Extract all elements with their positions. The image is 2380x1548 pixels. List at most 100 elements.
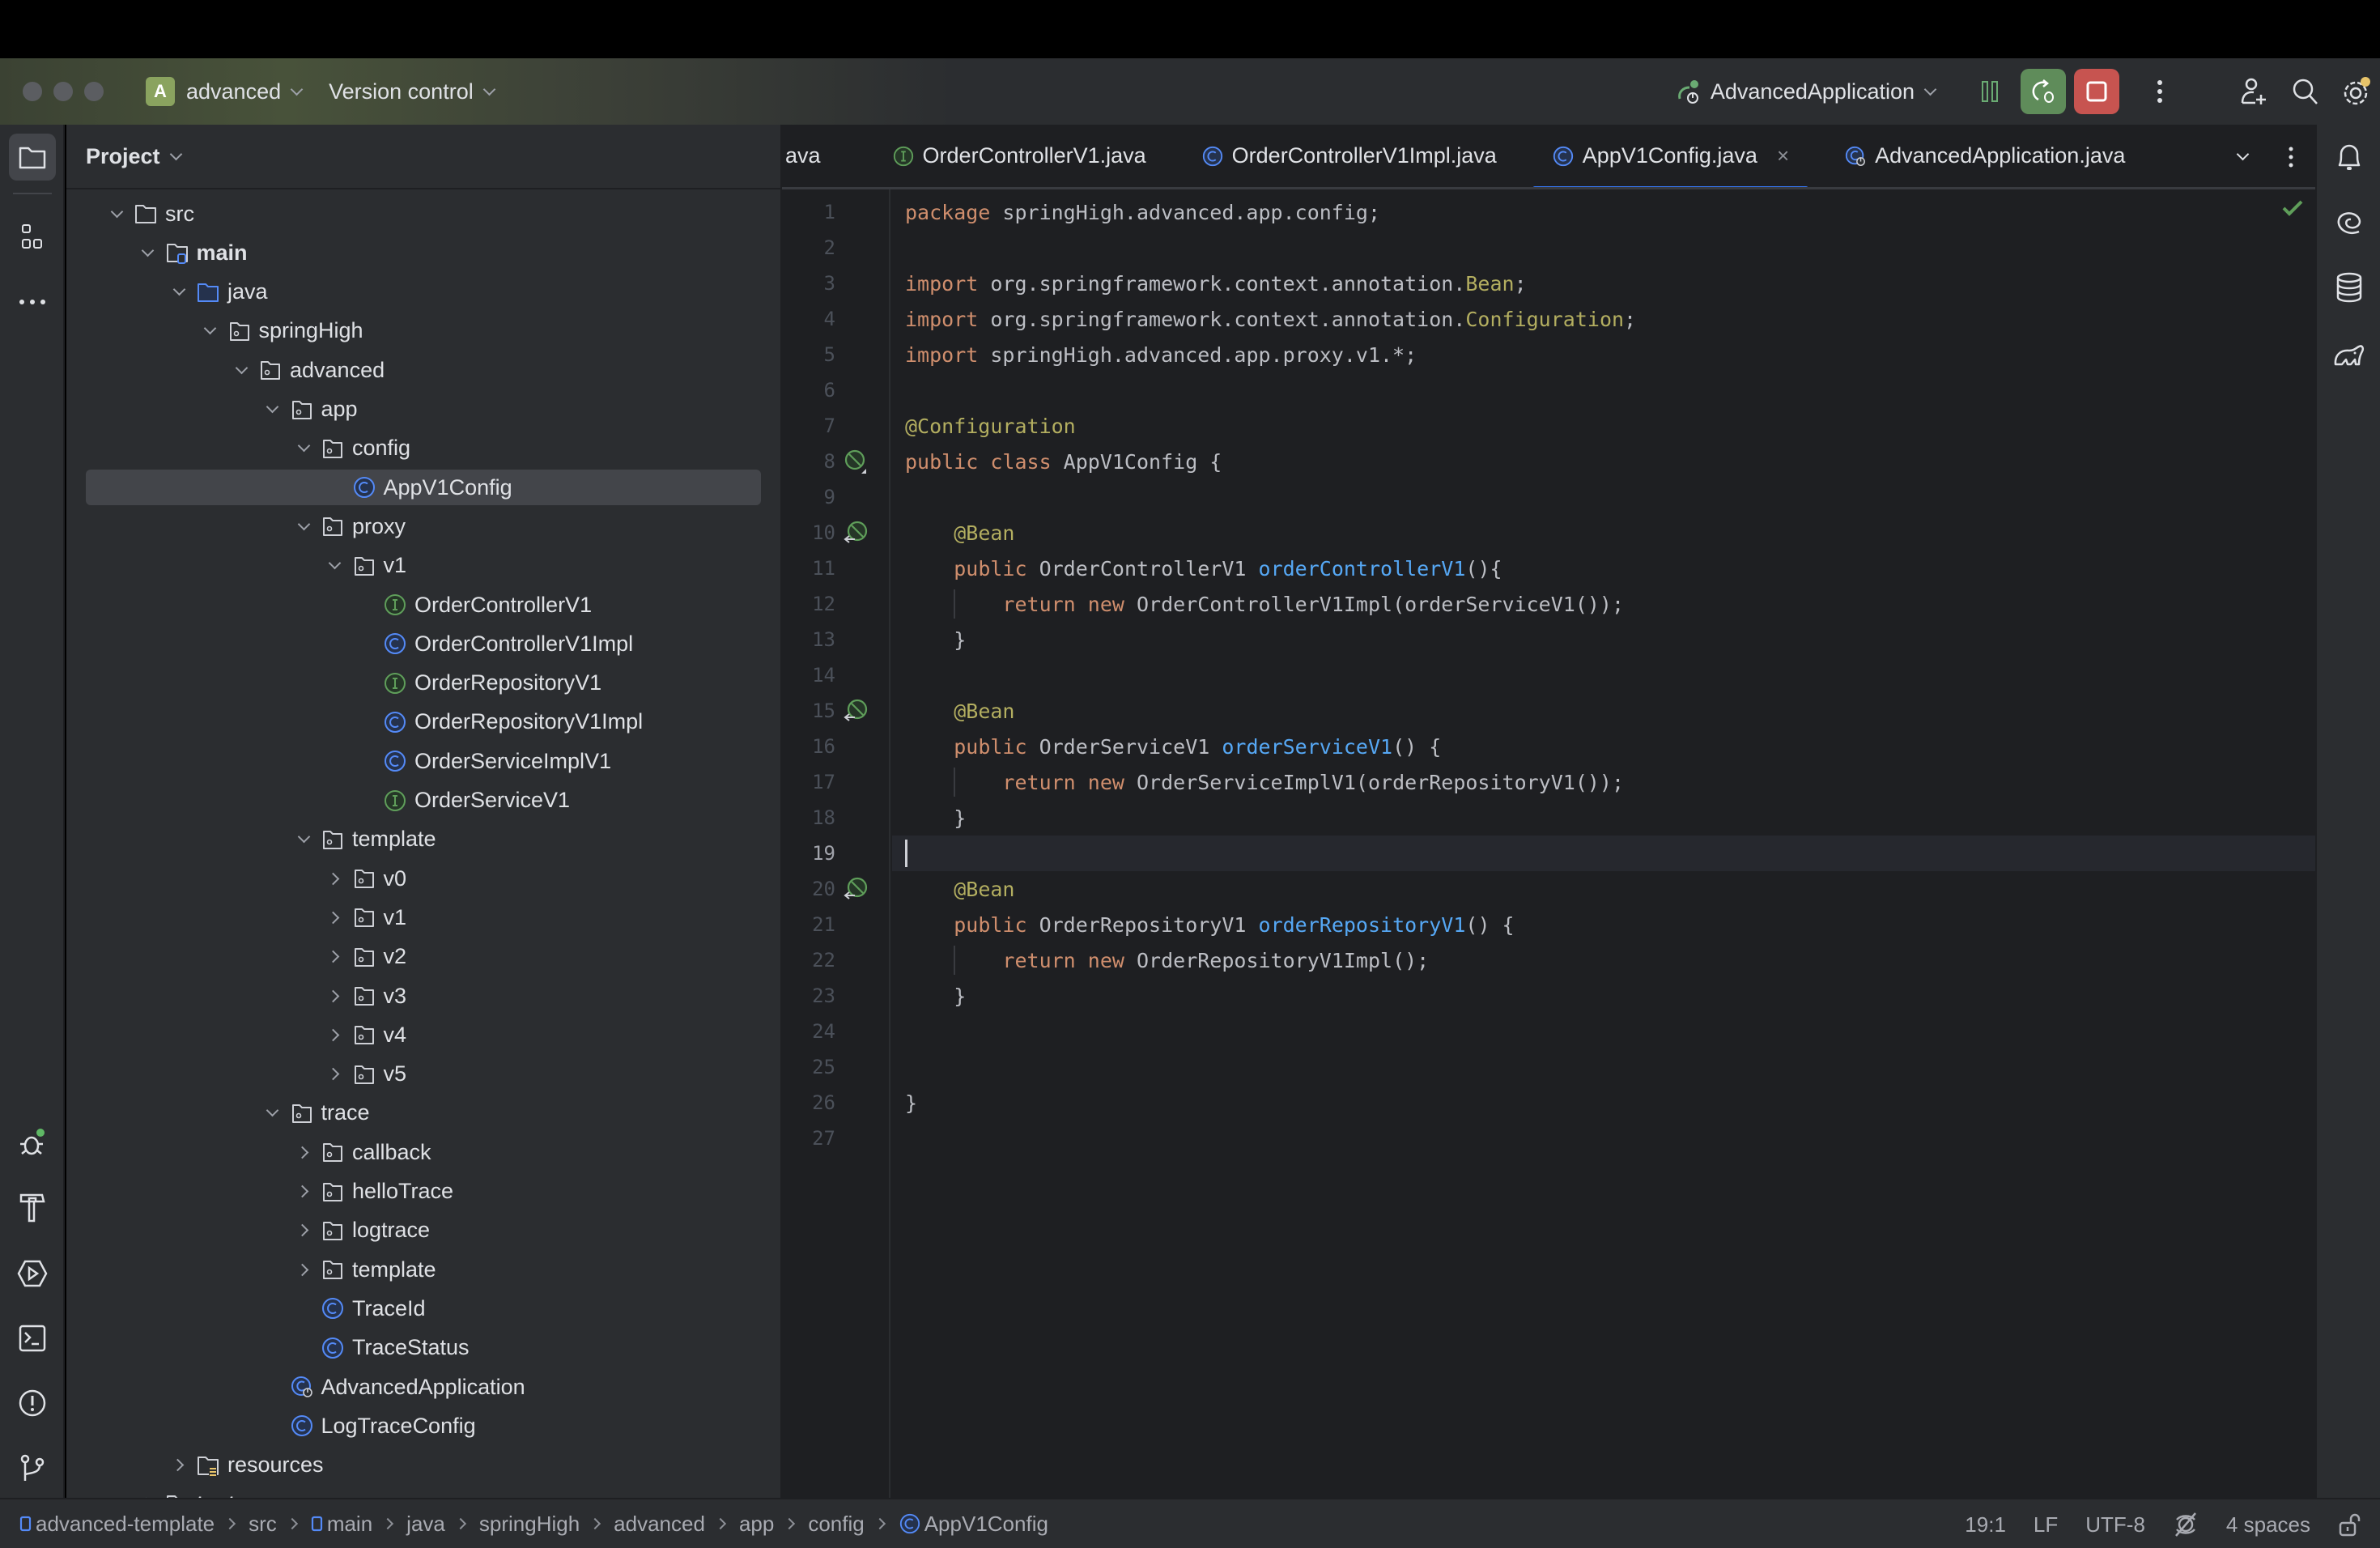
tab-more-icon[interactable] — [2267, 125, 2315, 189]
chevron-down-icon[interactable] — [199, 313, 222, 349]
stop-button[interactable] — [2074, 69, 2119, 114]
tree-item[interactable]: TraceStatus — [86, 1330, 761, 1366]
chevron-down-icon[interactable] — [168, 274, 190, 310]
tree-item[interactable]: logtrace — [86, 1213, 761, 1248]
no-problems-check-icon[interactable] — [2281, 199, 2304, 221]
add-user-icon[interactable] — [2231, 69, 2276, 114]
project-switcher[interactable]: advanced — [186, 79, 304, 104]
editor-tab[interactable]: ava — [782, 125, 840, 187]
tree-item[interactable]: main — [86, 235, 761, 270]
chevron-right-icon[interactable] — [292, 1174, 315, 1210]
breadcrumb-item[interactable]: java — [406, 1512, 445, 1537]
structure-icon[interactable] — [9, 214, 56, 261]
ai-disabled-icon[interactable] — [2173, 1512, 2199, 1537]
build-hammer-icon[interactable] — [9, 1184, 56, 1231]
breadcrumb-item[interactable]: advanced-template — [19, 1512, 215, 1537]
chevron-right-icon[interactable] — [324, 1057, 346, 1092]
breadcrumb-item[interactable]: config — [808, 1512, 864, 1537]
breadcrumb-item[interactable]: springHigh — [479, 1512, 580, 1537]
pause-button[interactable] — [1967, 69, 2012, 114]
chevron-right-icon[interactable] — [324, 1017, 346, 1053]
breadcrumb-item[interactable]: advanced — [614, 1512, 705, 1537]
spring-bean-config-icon[interactable] — [842, 448, 869, 475]
spring-bean-icon[interactable] — [842, 697, 869, 725]
chevron-down-icon[interactable] — [292, 508, 315, 544]
more-tools-icon[interactable] — [9, 279, 56, 325]
zoom-window-button[interactable] — [84, 82, 104, 101]
tree-item[interactable]: callback — [86, 1134, 761, 1170]
tree-item[interactable]: proxy — [86, 508, 761, 544]
run-config-selector[interactable]: AdvancedApplication — [1675, 78, 1937, 105]
caret-position[interactable]: 19:1 — [1965, 1512, 2006, 1537]
services-run-icon[interactable] — [9, 1250, 56, 1297]
rerun-debug-button[interactable] — [2021, 69, 2066, 114]
tree-item[interactable]: v4 — [86, 1017, 761, 1053]
file-encoding[interactable]: UTF-8 — [2085, 1512, 2145, 1537]
chevron-right-icon[interactable] — [324, 978, 346, 1014]
tree-item[interactable]: config — [86, 431, 761, 466]
tree-item[interactable]: AppV1Config — [86, 470, 761, 506]
close-tab-icon[interactable]: × — [1777, 143, 1789, 168]
line-separator[interactable]: LF — [2034, 1512, 2058, 1537]
editor-tab[interactable]: OrderControllerV1.java — [873, 125, 1166, 187]
tree-item[interactable]: v3 — [86, 978, 761, 1014]
breadcrumb-item[interactable]: main — [311, 1512, 372, 1537]
tree-item[interactable]: v0 — [86, 861, 761, 896]
breadcrumb-item[interactable]: app — [739, 1512, 774, 1537]
ai-assistant-spiral-icon[interactable] — [2326, 199, 2373, 246]
tree-item[interactable]: v1 — [86, 899, 761, 935]
tree-item[interactable]: AdvancedApplication — [86, 1369, 761, 1405]
terminal-icon[interactable] — [9, 1315, 56, 1362]
chevron-down-icon[interactable] — [261, 392, 284, 427]
tree-item[interactable]: OrderControllerV1Impl — [86, 626, 761, 661]
tree-item[interactable]: v5 — [86, 1057, 761, 1092]
chevron-down-icon[interactable] — [261, 1095, 284, 1131]
tree-item[interactable]: advanced — [86, 352, 761, 388]
project-tool-folder-icon[interactable] — [9, 134, 56, 181]
minimize-window-button[interactable] — [53, 82, 73, 101]
tree-item[interactable]: OrderControllerV1 — [86, 587, 761, 623]
tree-item[interactable]: OrderServiceImplV1 — [86, 743, 761, 779]
chevron-down-icon[interactable] — [292, 822, 315, 857]
chevron-down-icon[interactable] — [105, 196, 128, 232]
tree-item[interactable]: TraceId — [86, 1291, 761, 1326]
chevron-down-icon[interactable] — [292, 431, 315, 466]
git-branch-icon[interactable] — [9, 1444, 56, 1491]
chevron-right-icon[interactable] — [292, 1252, 315, 1287]
project-panel-header[interactable]: Project — [66, 125, 780, 189]
tree-item[interactable]: v2 — [86, 939, 761, 975]
chevron-right-icon[interactable] — [324, 939, 346, 975]
settings-gear-icon[interactable] — [2335, 69, 2380, 114]
editor-tab[interactable]: AppV1Config.java × — [1532, 125, 1809, 187]
chevron-right-icon[interactable] — [292, 1213, 315, 1248]
tree-item[interactable]: template — [86, 822, 761, 857]
tree-item[interactable]: LogTraceConfig — [86, 1408, 761, 1444]
debug-bug-icon[interactable] — [9, 1119, 56, 1166]
search-icon[interactable] — [2283, 69, 2328, 114]
tree-item[interactable]: springHigh — [86, 313, 761, 349]
file-unlocked-icon[interactable] — [2338, 1512, 2362, 1537]
tree-item[interactable]: v1 — [86, 548, 761, 584]
tree-item[interactable]: src — [86, 196, 761, 232]
tree-item[interactable]: OrderRepositoryV1Impl — [86, 704, 761, 740]
gradle-elephant-icon[interactable] — [2326, 330, 2373, 377]
tree-item[interactable]: resources — [86, 1448, 761, 1483]
tree-item[interactable]: OrderServiceV1 — [86, 783, 761, 819]
spring-bean-icon[interactable] — [842, 875, 869, 903]
project-badge[interactable]: A — [146, 77, 175, 106]
chevron-right-icon[interactable] — [324, 861, 346, 896]
tab-list-chevron-icon[interactable] — [2218, 125, 2267, 189]
chevron-right-icon[interactable] — [137, 1486, 159, 1498]
tree-item[interactable]: test — [86, 1486, 761, 1498]
chevron-right-icon[interactable] — [324, 899, 346, 935]
tree-item[interactable]: java — [86, 274, 761, 310]
breadcrumb-item[interactable]: AppV1Config — [899, 1512, 1048, 1537]
problems-icon[interactable] — [9, 1380, 56, 1427]
notifications-bell-icon[interactable] — [2326, 134, 2373, 181]
chevron-down-icon[interactable] — [230, 352, 253, 388]
tree-item[interactable]: helloTrace — [86, 1174, 761, 1210]
vcs-menu[interactable]: Version control — [329, 79, 495, 104]
tree-item[interactable]: OrderRepositoryV1 — [86, 666, 761, 701]
tree-item[interactable]: app — [86, 392, 761, 427]
database-icon[interactable] — [2326, 264, 2373, 311]
